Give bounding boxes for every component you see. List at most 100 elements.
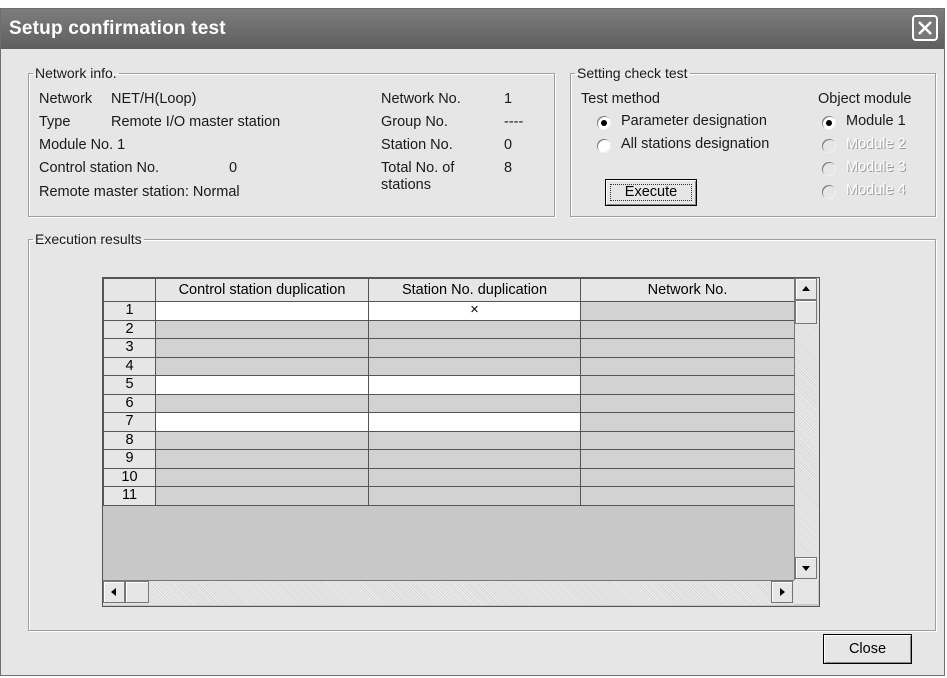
network-label: Network — [39, 91, 93, 107]
module-1-label[interactable]: Module 1 — [846, 113, 906, 129]
arrow-left-icon — [111, 588, 116, 596]
radio-module-2 — [822, 139, 836, 153]
execute-button[interactable]: Execute — [605, 179, 697, 206]
network-value: NET/H(Loop) — [111, 91, 197, 107]
cell-control-station[interactable] — [155, 467, 369, 487]
cell-control-station[interactable] — [155, 449, 369, 469]
total-stations-label-2: stations — [381, 177, 431, 193]
close-button[interactable]: Close — [823, 634, 912, 664]
radio-module-1[interactable] — [822, 116, 836, 130]
module-4-label: Module 4 — [846, 182, 906, 198]
cell-network-no[interactable] — [580, 338, 795, 358]
row-number: 5 — [103, 375, 156, 395]
vertical-scroll-thumb[interactable] — [795, 300, 817, 324]
row-number: 4 — [103, 356, 156, 376]
cell-control-station[interactable] — [155, 319, 369, 339]
execute-label: Execute — [624, 184, 678, 200]
close-label: Close — [848, 641, 887, 657]
vertical-scrollbar[interactable] — [794, 278, 819, 580]
setting-check-legend: Setting check test — [577, 65, 688, 81]
group-no-label: Group No. — [381, 114, 448, 130]
results-table: Control station duplication Station No. … — [103, 278, 795, 506]
table-row[interactable]: 5 — [103, 375, 795, 395]
arrow-right-icon — [780, 588, 785, 596]
row-number: 7 — [103, 412, 156, 432]
title-close-button[interactable] — [912, 15, 938, 41]
row-number: 2 — [103, 319, 156, 339]
cell-control-station[interactable] — [155, 301, 369, 321]
cell-control-station[interactable] — [155, 430, 369, 450]
cell-control-station[interactable] — [155, 375, 369, 395]
network-no-value: 1 — [504, 91, 513, 107]
cell-control-station[interactable] — [155, 393, 369, 413]
row-number: 1 — [103, 301, 156, 321]
cell-station-no[interactable] — [368, 319, 581, 339]
cell-control-station[interactable] — [155, 412, 369, 432]
arrow-up-icon — [802, 286, 810, 291]
module-2-label: Module 2 — [846, 136, 906, 152]
total-stations-value: 8 — [504, 160, 513, 176]
table-row[interactable]: 9 — [103, 449, 795, 469]
all-stations-label[interactable]: All stations designation — [621, 136, 769, 152]
cell-network-no[interactable] — [580, 486, 795, 506]
results-grid[interactable]: Control station duplication Station No. … — [102, 277, 820, 607]
table-row[interactable]: 10 — [103, 467, 795, 487]
radio-module-3 — [822, 162, 836, 176]
cell-station-no[interactable] — [368, 375, 581, 395]
table-row[interactable]: 3 — [103, 338, 795, 358]
cell-network-no[interactable] — [580, 393, 795, 413]
cell-station-no[interactable] — [368, 393, 581, 413]
table-row[interactable]: 7 — [103, 412, 795, 432]
cell-control-station[interactable] — [155, 338, 369, 358]
station-no-value: 0 — [504, 137, 513, 153]
cell-network-no[interactable] — [580, 467, 795, 487]
setup-confirmation-dialog: Setup confirmation test Network info. Ne… — [0, 8, 945, 676]
table-row[interactable]: 4 — [103, 356, 795, 376]
execution-results-legend: Execution results — [35, 231, 142, 247]
table-row[interactable]: 6 — [103, 393, 795, 413]
table-row[interactable]: 8 — [103, 430, 795, 450]
cell-network-no[interactable] — [580, 449, 795, 469]
cell-station-no[interactable] — [368, 356, 581, 376]
cell-station-no[interactable] — [368, 430, 581, 450]
cell-station-no[interactable] — [368, 412, 581, 432]
cell-station-no[interactable] — [368, 338, 581, 358]
column-header[interactable]: Network No. — [580, 278, 795, 302]
parameter-designation-label[interactable]: Parameter designation — [621, 113, 767, 129]
cell-station-no[interactable] — [368, 486, 581, 506]
row-header-corner[interactable] — [103, 278, 156, 302]
scroll-up-button[interactable] — [795, 278, 817, 300]
cell-station-no[interactable]: × — [368, 301, 581, 321]
dialog-title: Setup confirmation test — [9, 18, 226, 39]
cell-network-no[interactable] — [580, 430, 795, 450]
cell-network-no[interactable] — [580, 319, 795, 339]
table-row[interactable]: 1 × — [103, 301, 795, 321]
cell-station-no[interactable] — [368, 449, 581, 469]
horizontal-scroll-thumb[interactable] — [125, 581, 149, 603]
row-number: 6 — [103, 393, 156, 413]
cell-network-no[interactable] — [580, 375, 795, 395]
row-number: 8 — [103, 430, 156, 450]
test-method-label: Test method — [581, 91, 660, 107]
cell-network-no[interactable] — [580, 301, 795, 321]
object-module-label: Object module — [818, 91, 912, 107]
scroll-left-button[interactable] — [103, 581, 125, 603]
column-header[interactable]: Station No. duplication — [368, 278, 581, 302]
horizontal-scrollbar[interactable] — [103, 580, 794, 605]
cell-network-no[interactable] — [580, 412, 795, 432]
row-number: 9 — [103, 449, 156, 469]
radio-all-stations[interactable] — [597, 139, 611, 153]
table-row[interactable]: 11 — [103, 486, 795, 506]
scroll-right-button[interactable] — [771, 581, 793, 603]
table-row[interactable]: 2 — [103, 319, 795, 339]
cell-network-no[interactable] — [580, 356, 795, 376]
radio-parameter-designation[interactable] — [597, 116, 611, 130]
scroll-down-button[interactable] — [795, 557, 817, 579]
cell-control-station[interactable] — [155, 486, 369, 506]
network-info-legend: Network info. — [35, 65, 117, 81]
group-no-value: ---- — [504, 114, 524, 130]
column-header[interactable]: Control station duplication — [155, 278, 369, 302]
cell-control-station[interactable] — [155, 356, 369, 376]
row-number: 11 — [103, 486, 156, 506]
cell-station-no[interactable] — [368, 467, 581, 487]
